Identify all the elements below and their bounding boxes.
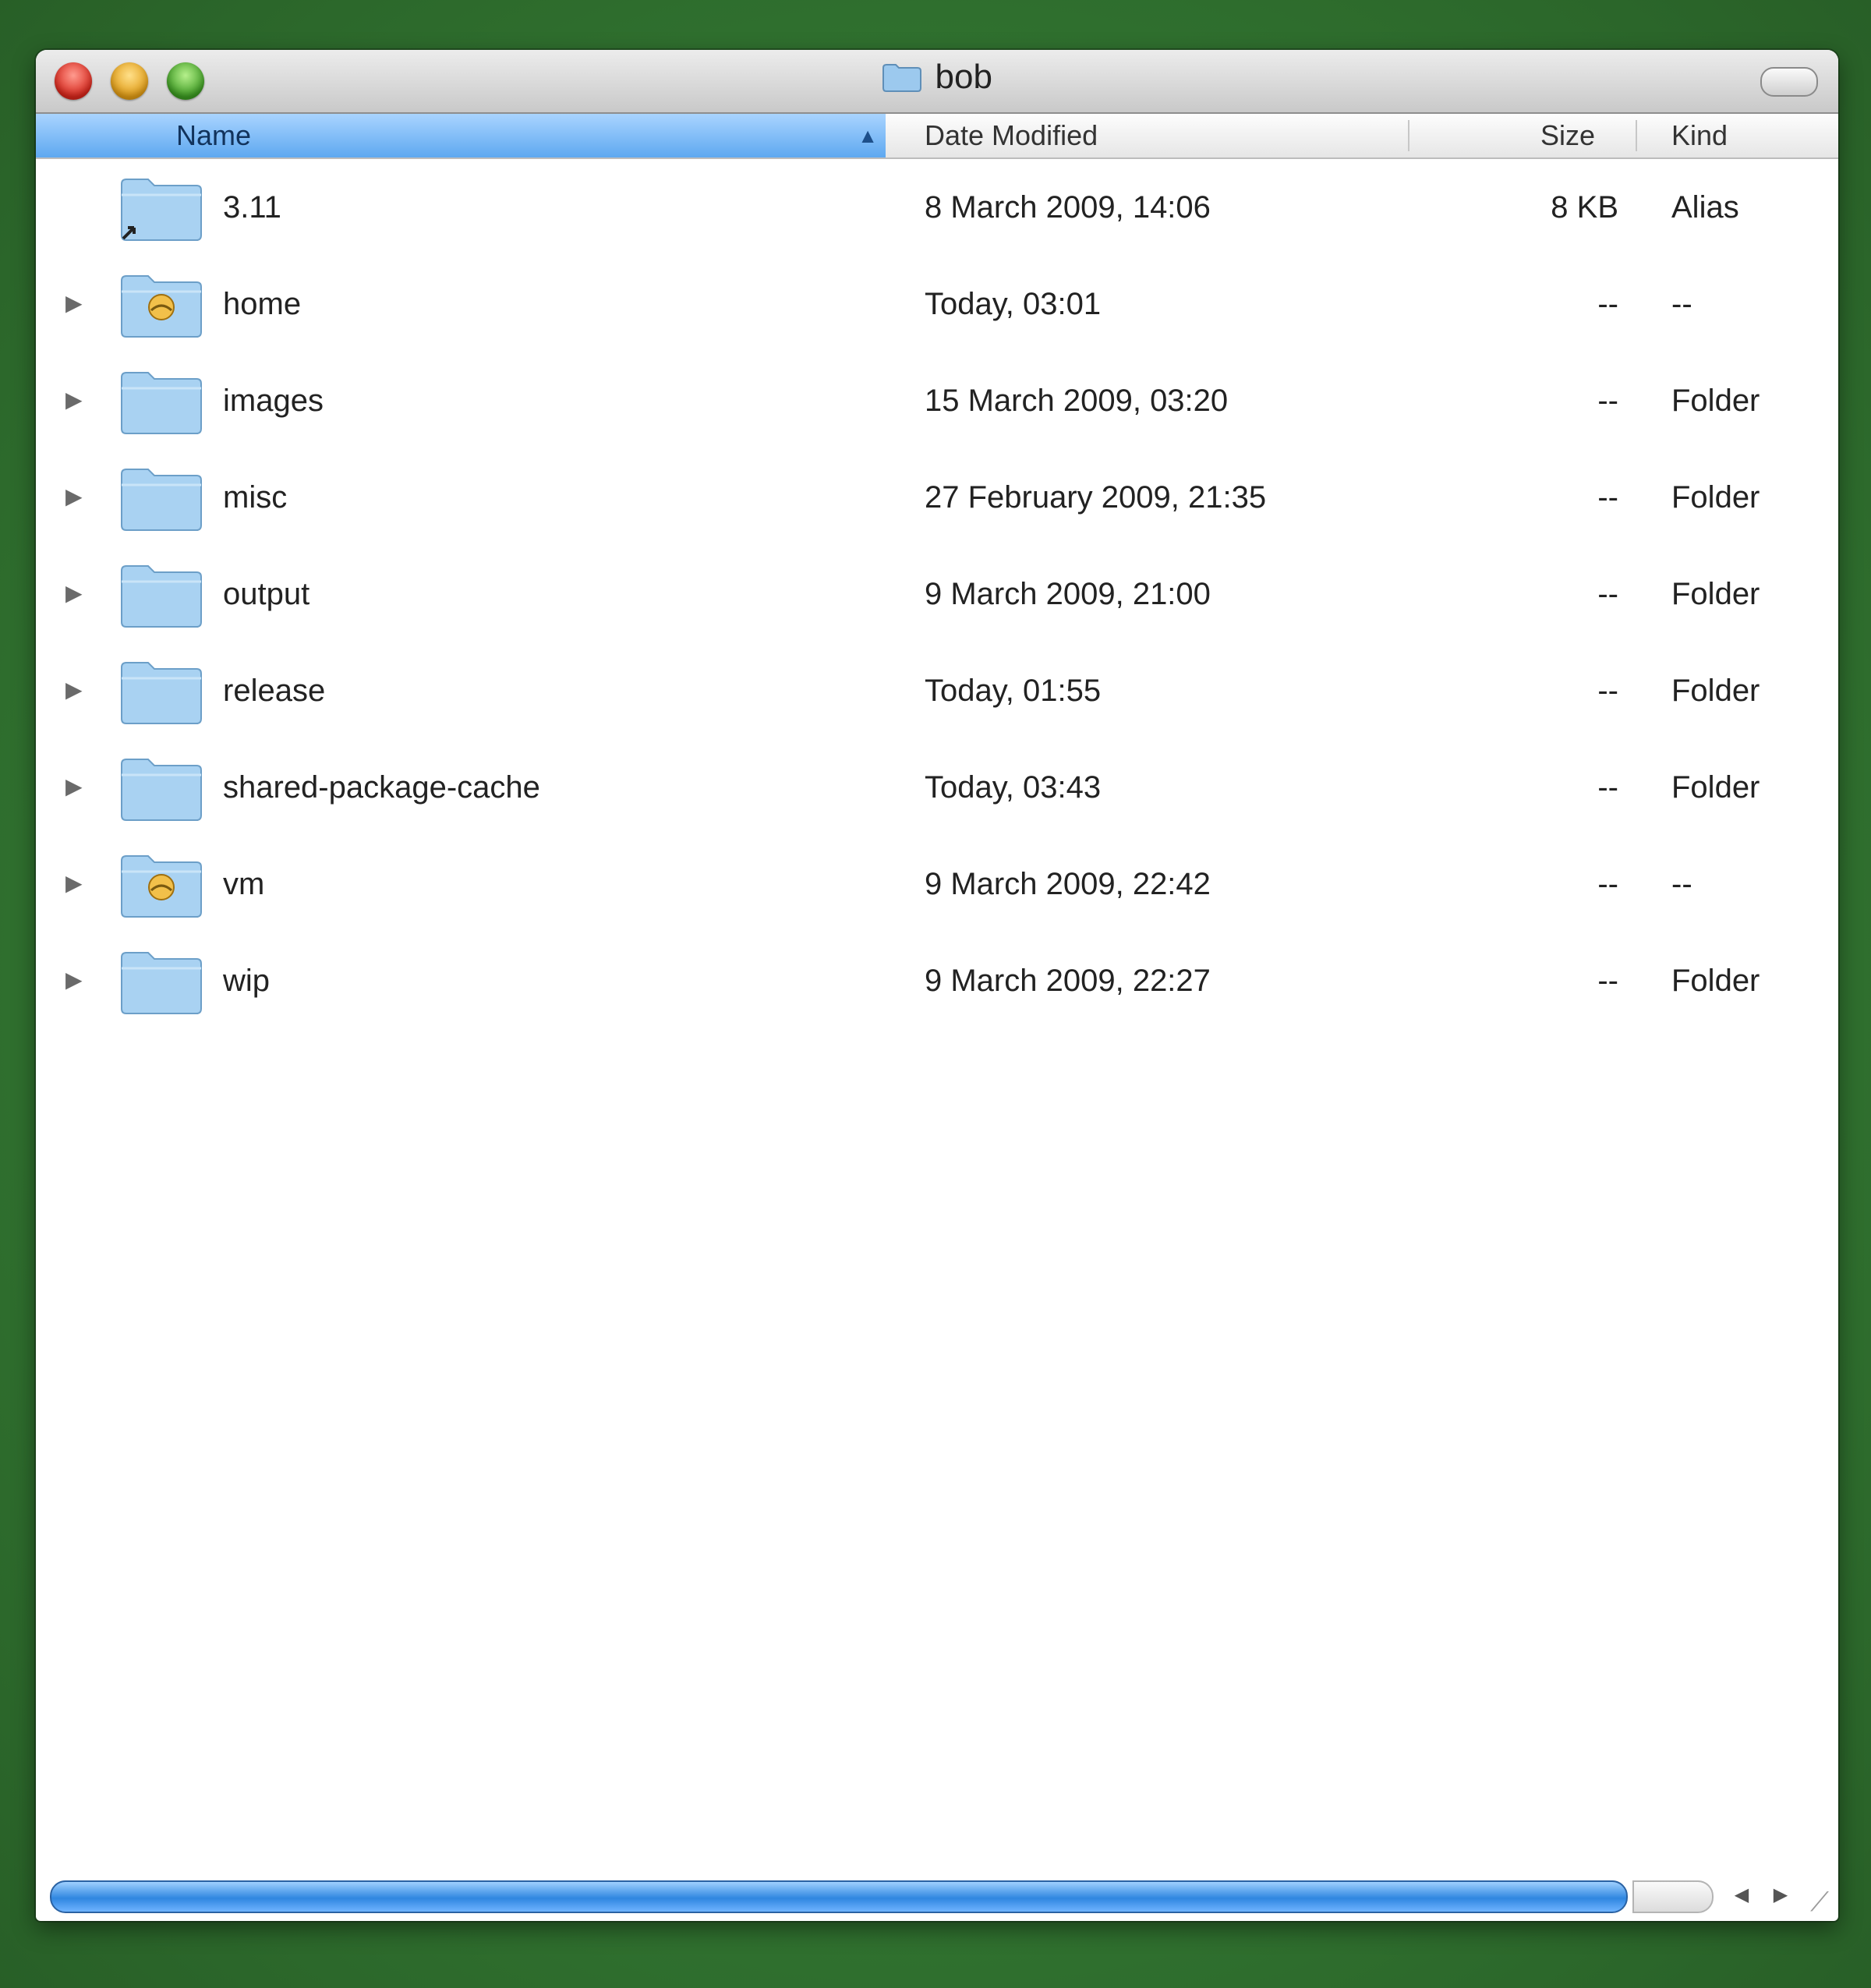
column-date-header[interactable]: Date Modified [925, 114, 1098, 157]
file-name[interactable]: release [223, 642, 325, 739]
file-date-modified: Today, 03:01 [925, 287, 1102, 321]
folder-icon [882, 62, 922, 93]
file-date-modified: 9 March 2009, 22:42 [925, 867, 1211, 901]
file-date-modified: Today, 01:55 [925, 674, 1102, 708]
file-kind: Alias [1671, 190, 1739, 225]
file-name[interactable]: home [223, 256, 301, 352]
folder-icon[interactable] [118, 463, 204, 532]
disclosure-triangle-icon[interactable]: ▶ [65, 290, 83, 316]
file-name[interactable]: output [223, 546, 309, 642]
file-row[interactable]: ▶ wip 9 March 2009, 22:27 -- Folder [36, 932, 1838, 1029]
column-kind-header[interactable]: Kind [1671, 114, 1728, 157]
file-size: -- [1597, 384, 1618, 418]
file-size: -- [1597, 480, 1618, 515]
file-kind: Folder [1671, 384, 1760, 418]
file-kind: Folder [1671, 577, 1760, 611]
scroll-right-icon[interactable]: ▶ [1765, 1880, 1796, 1910]
finder-window: bob Name ▲ Date Modified Size Kind 3.11 8… [36, 50, 1838, 1921]
file-size: -- [1597, 287, 1618, 321]
disclosure-triangle-icon[interactable]: ▶ [65, 387, 83, 412]
folder-icon[interactable] [118, 656, 204, 725]
file-row[interactable]: ▶ images 15 March 2009, 03:20 -- Folder [36, 352, 1838, 449]
file-row[interactable]: ▶ release Today, 01:55 -- Folder [36, 642, 1838, 739]
file-date-modified: 27 February 2009, 21:35 [925, 480, 1267, 515]
file-size: -- [1597, 770, 1618, 805]
file-kind: Folder [1671, 674, 1760, 708]
disclosure-triangle-icon[interactable]: ▶ [65, 870, 83, 896]
column-name-header[interactable]: Name ▲ [36, 114, 886, 157]
file-kind: -- [1671, 287, 1692, 321]
file-kind: -- [1671, 867, 1692, 901]
folder-icon[interactable] [118, 560, 204, 628]
file-name[interactable]: vm [223, 836, 264, 932]
file-date-modified: 9 March 2009, 21:00 [925, 577, 1211, 611]
file-list: 3.11 8 March 2009, 14:06 8 KB Alias ▶ home Tod… [36, 159, 1838, 1029]
file-size: -- [1597, 867, 1618, 901]
window-title-area: bob [36, 58, 1838, 104]
column-size-header[interactable]: Size [1540, 114, 1595, 157]
file-date-modified: 9 March 2009, 22:27 [925, 964, 1211, 998]
file-row[interactable]: ▶ output 9 March 2009, 21:00 -- Folder [36, 546, 1838, 642]
file-date-modified: 15 March 2009, 03:20 [925, 384, 1229, 418]
file-kind: Folder [1671, 480, 1760, 515]
disclosure-triangle-icon[interactable]: ▶ [65, 580, 83, 606]
file-name[interactable]: misc [223, 449, 287, 546]
home-folder-icon[interactable] [118, 850, 204, 918]
column-divider[interactable] [1408, 120, 1409, 151]
file-name[interactable]: 3.11 [223, 159, 281, 256]
disclosure-triangle-icon[interactable]: ▶ [65, 967, 83, 992]
file-row[interactable]: ▶ shared-package-cache Today, 03:43 -- Folde… [36, 739, 1838, 836]
column-name-label: Name [176, 119, 252, 151]
folder-icon[interactable] [118, 366, 204, 435]
file-row[interactable]: ▶ vm 9 March 2009, 22:42 -- -- [36, 836, 1838, 932]
sort-ascending-icon: ▲ [858, 124, 878, 147]
file-row[interactable]: ▶ home Today, 03:01 -- -- [36, 256, 1838, 352]
folder-icon[interactable] [118, 946, 204, 1015]
file-size: -- [1597, 577, 1618, 611]
disclosure-triangle-icon[interactable]: ▶ [65, 677, 83, 702]
scrollbar-thumb[interactable] [50, 1880, 1628, 1913]
file-date-modified: 8 March 2009, 14:06 [925, 190, 1211, 225]
file-row[interactable]: ▶ misc 27 February 2009, 21:35 -- Folder [36, 449, 1838, 546]
scroll-left-icon[interactable]: ◀ [1726, 1880, 1757, 1910]
disclosure-triangle-icon[interactable]: ▶ [65, 773, 83, 799]
alias-folder-icon[interactable] [118, 173, 204, 242]
folder-icon[interactable] [118, 753, 204, 822]
column-header: Name ▲ Date Modified Size Kind [36, 114, 1838, 159]
title-bar[interactable]: bob [36, 50, 1838, 114]
file-size: -- [1597, 964, 1618, 998]
file-row[interactable]: 3.11 8 March 2009, 14:06 8 KB Alias [36, 159, 1838, 256]
file-kind: Folder [1671, 770, 1760, 805]
file-name[interactable]: shared-package-cache [223, 739, 540, 836]
resize-grip-icon[interactable]: ⟋ [1804, 1887, 1835, 1918]
home-folder-icon[interactable] [118, 270, 204, 338]
window-title: bob [935, 58, 992, 96]
column-divider[interactable] [1636, 120, 1637, 151]
file-size: -- [1597, 674, 1618, 708]
file-date-modified: Today, 03:43 [925, 770, 1102, 805]
scrollbar-track-end[interactable] [1632, 1880, 1714, 1913]
file-name[interactable]: images [223, 352, 324, 449]
file-size: 8 KB [1551, 190, 1618, 225]
file-kind: Folder [1671, 964, 1760, 998]
disclosure-triangle-icon[interactable]: ▶ [65, 483, 83, 509]
file-name[interactable]: wip [223, 932, 270, 1029]
horizontal-scrollbar[interactable]: ◀ ▶ [50, 1876, 1820, 1915]
toolbar-toggle-button[interactable] [1760, 67, 1818, 97]
